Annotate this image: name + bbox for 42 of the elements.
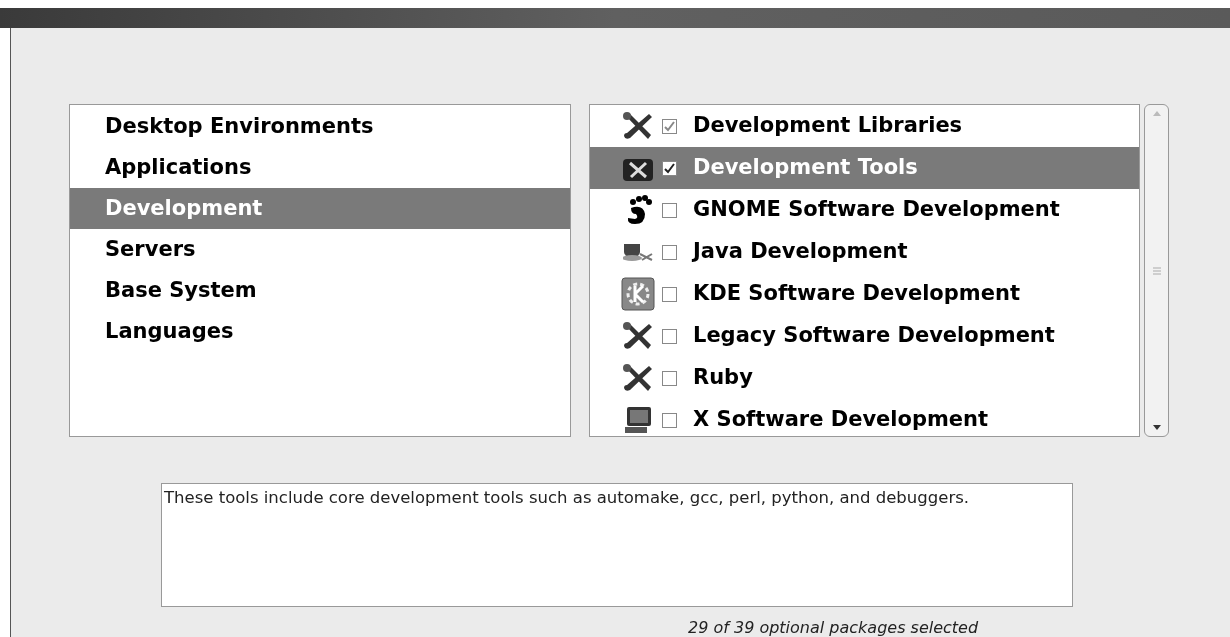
category-item[interactable]: Applications [70, 147, 570, 188]
group-item[interactable]: Java Development [590, 231, 1139, 273]
description-text: These tools include core development tools such as automake, gcc, perl, python, and debuggers. [164, 487, 971, 509]
status-text: 29 of 39 optional packages selected [688, 618, 979, 637]
tools-icon [621, 363, 655, 393]
coffee-cup-icon [623, 242, 653, 262]
group-item[interactable]: KDE Software Development [590, 273, 1139, 315]
scroll-down-icon[interactable] [1151, 424, 1162, 432]
checkbox[interactable] [662, 412, 677, 428]
group-label: KDE Software Development [693, 280, 1020, 308]
checkbox[interactable] [662, 160, 677, 176]
gear-k-icon [621, 277, 655, 311]
group-item[interactable]: X Software Development [590, 399, 1139, 436]
group-item[interactable]: Development Tools [590, 147, 1139, 189]
group-label: Development Libraries [693, 112, 963, 140]
group-item[interactable]: Ruby [590, 357, 1139, 399]
group-item[interactable]: Legacy Software Development [590, 315, 1139, 357]
group-label: Development Tools [693, 154, 918, 182]
group-label: X Software Development [693, 406, 989, 434]
group-label: Legacy Software Development [693, 322, 1055, 350]
checkbox[interactable] [662, 328, 677, 344]
checkbox[interactable] [662, 370, 677, 386]
checkbox[interactable] [662, 118, 677, 134]
category-item[interactable]: Servers [70, 229, 570, 270]
scroll-grip-icon [1151, 266, 1162, 275]
checkbox[interactable] [662, 244, 677, 260]
category-item[interactable]: Languages [70, 311, 570, 352]
group-label: Ruby [693, 364, 753, 392]
check-icon [664, 162, 675, 174]
group-label: GNOME Software Development [693, 196, 1060, 224]
tools-icon [621, 321, 655, 351]
tools-icon [621, 111, 655, 141]
category-item[interactable]: Desktop Environments [70, 106, 570, 147]
group-item[interactable]: Development Libraries [590, 105, 1139, 147]
check-icon [664, 120, 675, 132]
group-label: Java Development [693, 238, 908, 266]
checkbox[interactable] [662, 286, 677, 302]
scrollbar[interactable] [1144, 104, 1169, 437]
group-item[interactable]: GNOME Software Development [590, 189, 1139, 231]
category-item[interactable]: Development [70, 188, 570, 229]
category-item[interactable]: Base System [70, 270, 570, 311]
checkbox[interactable] [662, 202, 677, 218]
